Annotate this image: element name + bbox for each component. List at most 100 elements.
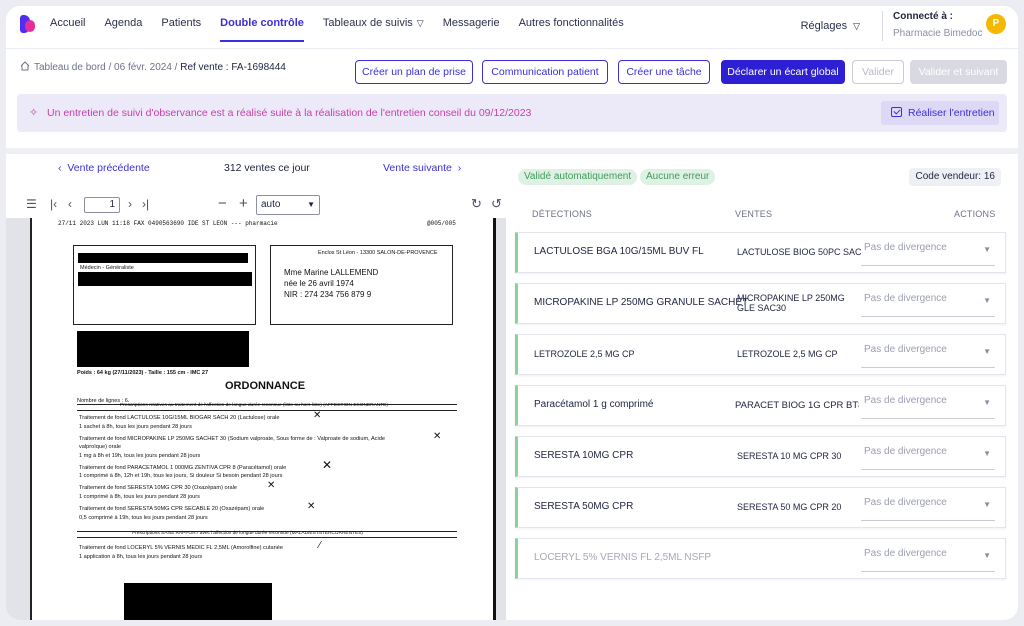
nav-patients[interactable]: Patients (161, 6, 201, 42)
detection-cell: LOCERYL 5% VERNIS FL 2,5ML NSFP (534, 552, 712, 563)
do-interview-button[interactable]: Réaliser l'entretien (881, 101, 999, 125)
nav-accueil[interactable]: Accueil (50, 6, 85, 42)
nav-agenda[interactable]: Agenda (104, 6, 142, 42)
patient-communication-button[interactable]: Communication patient (482, 60, 608, 84)
column-header-sales: VENTES (735, 209, 773, 219)
patient-birth: née le 26 avril 1974 (284, 279, 354, 288)
sale-cell: LACTULOSE BIOG 50PC SAC20 (737, 247, 861, 257)
table-row: SERESTA 50MG CPR SERESTA 50 MG CPR 20 Pa… (515, 487, 1006, 528)
line-1a: Traitement de fond LACTULOSE 10G/15ML BI… (79, 415, 280, 421)
fax-header: 27/11 2023 LUN 11:18 FAX 0490563690 IDE … (58, 220, 278, 227)
previous-page-icon[interactable]: ‹ (68, 197, 72, 211)
section-divider (6, 148, 1018, 154)
line-3a: Traitement de fond PARACETAMOL 1 000MG Z… (79, 465, 287, 471)
divergence-select[interactable]: Pas de divergence ▼ (861, 290, 995, 317)
line-5a: Traitement de fond SERESTA 50MG CPR SECA… (79, 506, 265, 512)
previous-sale-link[interactable]: ‹ Vente précédente (58, 162, 150, 174)
detection-cell: Paracétamol 1 g comprimé (534, 399, 654, 410)
declare-global-gap-button[interactable]: Déclarer un écart global (721, 60, 845, 84)
avatar[interactable]: P (986, 14, 1006, 34)
divergence-select[interactable]: Pas de divergence ▼ (861, 239, 995, 266)
divergence-value: Pas de divergence (864, 548, 947, 559)
first-page-icon[interactable]: |‹ (50, 197, 57, 211)
doctor-role: Médecin - Généraliste (80, 265, 134, 271)
page-number-input[interactable]: 1 (84, 197, 120, 213)
section-ald: Prescriptions relatives au traitement de… (120, 403, 388, 408)
redacted-block (78, 253, 248, 263)
dropdown-arrow-icon: ▼ (983, 296, 991, 305)
check-mark: ✕ (307, 501, 316, 512)
dropdown-arrow-icon: ▼ (983, 245, 991, 254)
create-task-button[interactable]: Créer une tâche (618, 60, 710, 84)
chevron-left-icon: ‹ (58, 162, 68, 174)
auto-validated-badge: Validé automatiquement (518, 169, 638, 185)
redacted-block (78, 272, 252, 286)
settings-label: Réglages (800, 20, 848, 32)
line-1b: 1 sachet à 8h, tous les jours pendant 28… (79, 424, 192, 430)
zoom-out-icon[interactable]: − (218, 195, 227, 212)
validate-button[interactable]: Valider (852, 60, 904, 84)
zoom-in-icon[interactable]: + (239, 195, 248, 212)
rotate-clockwise-icon[interactable]: ↻ (471, 196, 482, 212)
settings-menu[interactable]: Réglages ▽ (801, 20, 882, 32)
table-row: LOCERYL 5% VERNIS FL 2,5ML NSFP Pas de d… (515, 538, 1006, 579)
prescription-title: ORDONNANCE (225, 380, 306, 392)
column-header-detections: DÉTECTIONS (532, 209, 593, 219)
detection-cell: LACTULOSE BGA 10G/15ML BUV FL (534, 246, 704, 257)
zoom-value: auto (261, 199, 281, 210)
divergence-select[interactable]: Pas de divergence ▼ (861, 494, 995, 521)
dropdown-arrow-icon: ▼ (983, 398, 991, 407)
check-mark: ✕ (313, 410, 322, 421)
table-row: LETROZOLE 2,5 MG CP LETROZOLE 2,5 MG CP … (515, 334, 1006, 375)
check-mark: ✕ (322, 458, 333, 472)
zoom-select[interactable]: auto ▼ (256, 195, 320, 215)
validate-next-button[interactable]: Valider et suivant (910, 60, 1007, 84)
sparkle-icon: ✧ (29, 107, 39, 119)
nav-messagerie[interactable]: Messagerie (443, 6, 500, 42)
nav-right: Réglages ▽ Connecté à : Pharmacie Bimedoc… (801, 6, 1018, 46)
nav-tableaux-de-suivis[interactable]: Tableaux de suivis ▽ (323, 6, 424, 42)
nav-double-controle[interactable]: Double contrôle (220, 6, 304, 42)
dropdown-arrow-icon: ▼ (983, 449, 991, 458)
no-error-badge: Aucune erreur (640, 169, 716, 185)
next-sale-link[interactable]: Vente suivante › (383, 162, 461, 174)
detection-cell: LETROZOLE 2,5 MG CP (534, 349, 635, 359)
divergence-select[interactable]: Pas de divergence ▼ (861, 341, 995, 368)
next-page-icon[interactable]: › (128, 197, 132, 211)
table-row: LACTULOSE BGA 10G/15ML BUV FL LACTULOSE … (515, 232, 1006, 273)
sale-cell: SERESTA 50 MG CPR 20 (737, 502, 842, 512)
fax-page: @005/005 (427, 220, 456, 227)
last-page-icon[interactable]: ›| (142, 197, 149, 211)
nav-autres-fonctionnalites[interactable]: Autres fonctionnalités (519, 6, 624, 42)
create-plan-button[interactable]: Créer un plan de prise (355, 60, 473, 84)
sidebar-toggle-icon[interactable]: ☰ (26, 197, 37, 211)
pdf-viewer[interactable]: 27/11 2023 LUN 11:18 FAX 0490563690 IDE … (6, 218, 506, 620)
breadcrumb-path[interactable]: Tableau de bord / 06 févr. 2024 / (34, 62, 180, 73)
section-intercurrent: Prescriptions SANS RAPPORT avec l'affect… (132, 531, 363, 536)
patient-name: Mme Marine LALLEMEND (284, 268, 379, 277)
detection-cell: SERESTA 10MG CPR (534, 450, 634, 461)
clinic-address: Enclos St Léon - 13300 SALON-DE-PROVENCE (318, 250, 438, 256)
check-mark: ✕ (267, 480, 276, 491)
sale-cell: LETROZOLE 2,5 MG CP (737, 349, 838, 359)
line-3b: 1 comprimé à 8h, 12h et 19h, tous les jo… (79, 473, 283, 479)
line-4a: Traitement de fond SERESTA 10MG CPR 30 (… (79, 485, 237, 491)
divergence-select[interactable]: Pas de divergence ▼ (861, 545, 995, 572)
nav-tableaux-label: Tableaux de suivis (322, 17, 413, 29)
redacted-block (77, 331, 249, 367)
app-window: Accueil Agenda Patients Double contrôle … (6, 6, 1018, 620)
divergence-select[interactable]: Pas de divergence ▼ (861, 392, 995, 419)
breadcrumb-ref: Ref vente : FA-1698444 (180, 62, 286, 73)
rotate-counterclockwise-icon[interactable]: ↺ (491, 196, 502, 212)
top-navigation: Accueil Agenda Patients Double contrôle … (6, 6, 1018, 42)
line-6b: 1 application à 8h, tous les jours penda… (79, 554, 203, 560)
divergence-value: Pas de divergence (864, 242, 947, 253)
info-banner: ✧ Un entretien de suivi d'observance est… (17, 94, 1007, 132)
dropdown-arrow-icon: ▼ (983, 347, 991, 356)
divergence-select[interactable]: Pas de divergence ▼ (861, 443, 995, 470)
banner-message: Un entretien de suivi d'observance est a… (47, 107, 532, 119)
check-mark: ⁄ (319, 540, 321, 551)
home-icon[interactable] (20, 61, 30, 71)
connected-account[interactable]: Connecté à : Pharmacie Bimedoc P (882, 11, 1018, 41)
app-logo[interactable] (20, 15, 36, 33)
